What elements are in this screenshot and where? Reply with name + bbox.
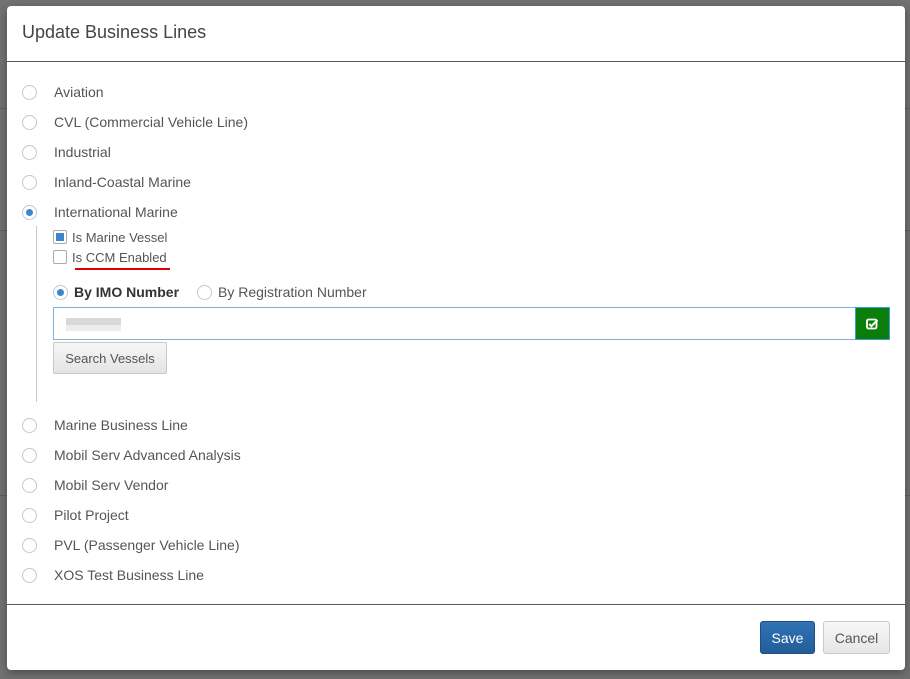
cancel-button[interactable]: Cancel [823,621,890,654]
option-label: XOS Test Business Line [54,567,204,583]
radio-button[interactable] [22,114,37,130]
option-industrial[interactable]: Industrial [22,142,111,162]
option-pvl[interactable]: PVL (Passenger Vehicle Line) [22,535,239,555]
option-label: Marine Business Line [54,417,188,433]
is-ccm-enabled-checkbox[interactable] [53,250,67,264]
option-aviation[interactable]: Aviation [22,82,104,102]
by-imo-number-radio[interactable] [53,284,68,300]
option-label: CVL (Commercial Vehicle Line) [54,114,248,130]
option-label: Industrial [54,144,111,160]
by-registration-number-radio[interactable] [197,284,213,300]
imo-number-input[interactable] [53,307,856,340]
search-vessels-button[interactable]: Search Vessels [53,342,167,374]
option-inland-coastal-marine[interactable]: Inland-Coastal Marine [22,172,191,192]
option-label: Aviation [54,84,104,100]
option-mobil-serv-advanced-analysis[interactable]: Mobil Serv Advanced Analysis [22,445,241,465]
option-xos-test-business-line[interactable]: XOS Test Business Line [22,565,204,585]
option-label: International Marine [54,204,178,220]
radio-button[interactable] [22,567,37,583]
radio-button[interactable] [22,84,37,100]
option-label: Pilot Project [54,507,129,523]
radio-button[interactable] [22,174,37,190]
option-label: PVL (Passenger Vehicle Line) [54,537,240,553]
update-business-lines-modal: Update Business Lines Aviation CVL (Comm… [7,6,905,670]
sub-options-guide-line [36,226,37,402]
annotation-underline [75,268,170,270]
checkbox-label: Is Marine Vessel [72,229,168,245]
option-label: Mobil Serv Advanced Analysis [54,447,241,463]
radio-button[interactable] [22,417,37,433]
option-label: Mobil Serv Vendor [54,477,169,493]
radio-button-selected[interactable] [22,204,37,220]
is-ccm-enabled-checkbox-row[interactable]: Is CCM Enabled [53,248,167,266]
radio-button[interactable] [22,477,37,493]
radio-button[interactable] [22,507,37,523]
validate-button[interactable] [855,307,890,340]
radio-label: By Registration Number [218,284,367,300]
radio-label: By IMO Number [74,284,180,300]
is-marine-vessel-checkbox-row[interactable]: Is Marine Vessel [53,228,167,246]
radio-button[interactable] [22,144,37,160]
radio-button[interactable] [22,447,37,463]
radio-button[interactable] [22,537,37,553]
save-button[interactable]: Save [760,621,815,654]
option-international-marine[interactable]: International Marine [22,202,178,222]
modal-header: Update Business Lines [7,6,905,62]
modal-footer: Save Cancel [7,604,905,670]
checkbox-label: Is CCM Enabled [72,249,167,265]
option-label: Inland-Coastal Marine [54,174,191,190]
check-square-icon [866,318,879,329]
redacted-value [66,318,121,331]
search-mode-radio-group: By IMO Number By Registration Number [53,283,367,301]
modal-body: Aviation CVL (Commercial Vehicle Line) I… [7,62,905,604]
modal-title: Update Business Lines [22,22,207,42]
option-pilot-project[interactable]: Pilot Project [22,505,129,525]
option-marine-business-line[interactable]: Marine Business Line [22,415,188,435]
option-cvl[interactable]: CVL (Commercial Vehicle Line) [22,112,248,132]
option-mobil-serv-vendor[interactable]: Mobil Serv Vendor [22,475,168,495]
is-marine-vessel-checkbox[interactable] [53,230,67,244]
